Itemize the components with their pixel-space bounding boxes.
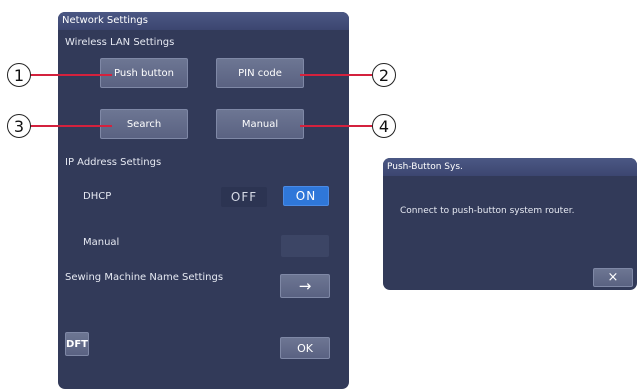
leader-line-1	[30, 74, 112, 76]
callout-2: 2	[372, 63, 396, 87]
callout-3: 3	[7, 114, 31, 138]
arrow-right-button[interactable]: →	[280, 274, 330, 298]
push-button-dialog: Push-Button Sys. Connect to push-button …	[383, 158, 637, 290]
wireless-lan-heading: Wireless LAN Settings	[65, 37, 175, 48]
leader-line-3	[30, 125, 112, 127]
sewing-machine-name-heading: Sewing Machine Name Settings	[65, 272, 224, 283]
callout-1: 1	[7, 63, 31, 87]
manual-setup-button[interactable]: Manual	[216, 109, 304, 139]
ok-button[interactable]: OK	[280, 337, 330, 359]
push-button-button[interactable]: Push button	[100, 58, 188, 88]
arrow-right-icon: →	[298, 277, 312, 295]
dhcp-label: DHCP	[83, 191, 112, 202]
callout-4: 4	[372, 114, 396, 138]
dhcp-on-button[interactable]: ON	[283, 186, 329, 206]
search-button[interactable]: Search	[100, 109, 188, 139]
close-icon: ×	[607, 270, 619, 285]
network-settings-panel: Network Settings Wireless LAN Settings P…	[58, 12, 349, 389]
panel-title: Network Settings	[58, 12, 349, 30]
ip-address-heading: IP Address Settings	[65, 157, 162, 168]
manual-ip-button[interactable]	[281, 235, 329, 257]
pin-code-button[interactable]: PIN code	[216, 58, 304, 88]
leader-line-2	[300, 74, 372, 76]
manual-ip-label: Manual	[83, 237, 120, 248]
dialog-close-button[interactable]: ×	[593, 268, 633, 287]
leader-line-4	[300, 125, 372, 127]
dhcp-off-button[interactable]: OFF	[221, 187, 267, 207]
dialog-title: Push-Button Sys.	[383, 158, 637, 176]
dft-button[interactable]: DFT	[65, 332, 89, 356]
dialog-message: Connect to push-button system router.	[400, 206, 575, 216]
